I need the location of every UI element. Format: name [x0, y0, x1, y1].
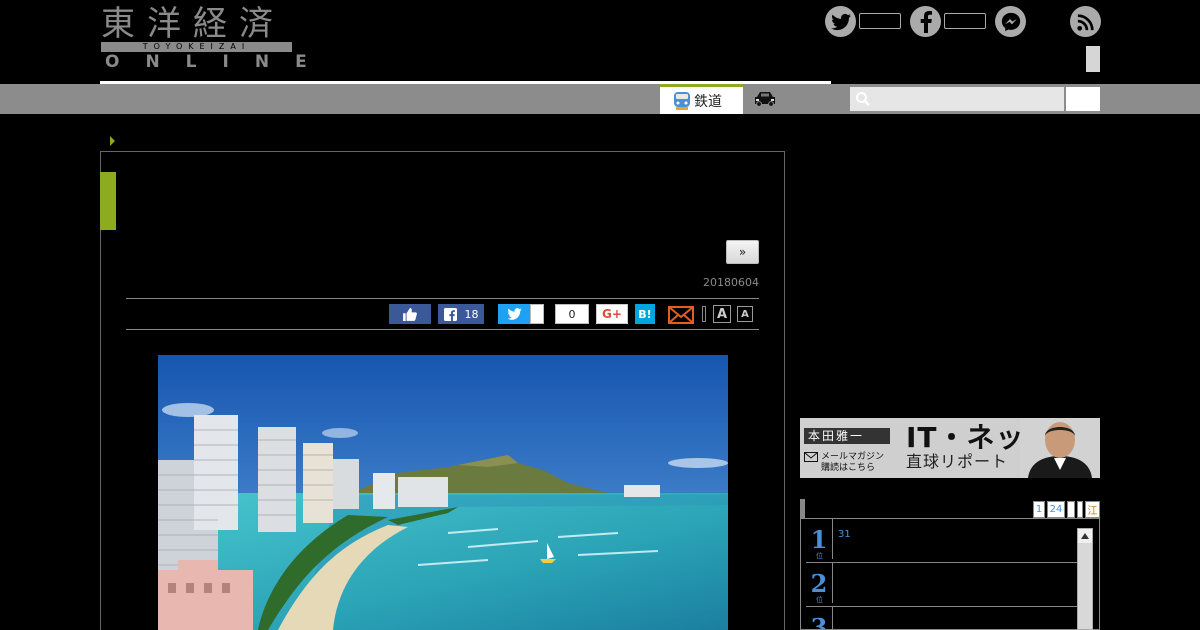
- facebook-square-icon: [443, 307, 457, 321]
- breadcrumb-arrow-icon: [110, 136, 115, 146]
- share-separator: [702, 306, 706, 322]
- ranking-row[interactable]: 3 位: [806, 607, 1078, 630]
- facebook-like-button[interactable]: [910, 6, 941, 37]
- logo-kanji: 東洋経済: [101, 4, 285, 44]
- hatena-bookmark-button[interactable]: B!: [635, 304, 655, 324]
- tab-rail[interactable]: 鉄道: [660, 84, 743, 114]
- ranking-meta: 31: [838, 529, 851, 540]
- search-button[interactable]: [1066, 87, 1100, 111]
- twitter-share-count: [530, 304, 544, 324]
- ranking-list: 1 位 31 2 位 3 位: [800, 519, 1100, 630]
- font-size-small-button[interactable]: A: [737, 306, 753, 322]
- banner-author: 本田雅一: [804, 428, 890, 444]
- ranking-tab-4[interactable]: [1077, 501, 1083, 518]
- tab-rail-label: 鉄道: [694, 93, 722, 110]
- twitter-share-button[interactable]: [498, 304, 530, 324]
- tab-automotive[interactable]: [751, 88, 779, 110]
- ranking-row[interactable]: 2 位: [806, 563, 1078, 607]
- search-input[interactable]: [850, 87, 1064, 111]
- ranking-unit: 位: [816, 596, 823, 604]
- article-photo: [158, 355, 728, 630]
- messenger-icon: [1001, 12, 1020, 31]
- logo-romaji: TOYOKEIZAI: [101, 42, 292, 52]
- banner-mail-line2: 購読はこちら: [821, 463, 876, 473]
- ranking-unit: 位: [816, 552, 823, 560]
- ranking-tab-5[interactable]: 江: [1085, 501, 1100, 518]
- ranking-number: 1: [810, 525, 828, 554]
- twitter-icon: [830, 13, 851, 30]
- scroll-up-button[interactable]: [1078, 529, 1092, 543]
- ranking-divider: [832, 607, 833, 629]
- car-icon: [755, 92, 775, 107]
- twitter-follow-count: [859, 13, 901, 29]
- google-plus-share-button[interactable]: G+: [596, 304, 628, 324]
- twitter-follow-button[interactable]: [825, 6, 856, 37]
- messenger-button[interactable]: [995, 6, 1026, 37]
- rss-button[interactable]: [1070, 6, 1101, 37]
- ranking-row[interactable]: 1 位 31: [806, 519, 1078, 563]
- facebook-share-button[interactable]: 18: [438, 304, 484, 324]
- logo-online: ONLINE: [105, 52, 333, 72]
- train-icon: [674, 91, 690, 110]
- arrow-up-icon: [1081, 533, 1089, 539]
- columnist-photo: [1020, 418, 1100, 478]
- ranking-divider: [832, 563, 833, 603]
- ranking-tab-3[interactable]: [1067, 501, 1075, 518]
- mail-share-icon[interactable]: [668, 305, 694, 325]
- rss-icon: [1076, 13, 1094, 31]
- next-page-button[interactable]: »: [726, 240, 759, 264]
- title-accent-bar: [100, 172, 116, 230]
- ranking-number: 3: [810, 613, 828, 630]
- ranking-tab-24[interactable]: 24: [1047, 501, 1065, 518]
- font-size-large-button[interactable]: A: [713, 305, 731, 323]
- login-button[interactable]: [1086, 46, 1100, 72]
- share-bottom-rule: [126, 329, 759, 330]
- facebook-icon: [920, 10, 932, 33]
- share-top-rule: [126, 298, 759, 299]
- site-logo[interactable]: 東洋経済 TOYOKEIZAI ONLINE: [101, 4, 307, 71]
- ranking-scrollbar[interactable]: [1077, 528, 1093, 630]
- thumbs-up-icon: [403, 307, 417, 321]
- banner-newsletter[interactable]: メールマガジン 購読はこちら: [804, 452, 884, 474]
- banner-subtitle: 直球リポート: [906, 452, 1009, 471]
- page: 東洋経済 TOYOKEIZAI ONLINE 鉄道 » 20180604 18 …: [0, 0, 1200, 630]
- ranking-divider: [832, 519, 833, 559]
- banner-mail-line1: メールマガジン: [821, 452, 885, 462]
- search-icon: [856, 92, 870, 106]
- mail-icon: [804, 452, 818, 462]
- facebook-share-count: 18: [464, 307, 479, 321]
- article-date: 20180604: [703, 276, 759, 289]
- ranking-number: 2: [810, 569, 828, 598]
- facebook-like-count: [944, 13, 986, 29]
- ranking-tab-1[interactable]: 1: [1033, 501, 1045, 518]
- twitter-bird-icon: [506, 308, 522, 320]
- share-count-box: 0: [555, 304, 589, 324]
- facebook-like-share-button[interactable]: [389, 304, 431, 324]
